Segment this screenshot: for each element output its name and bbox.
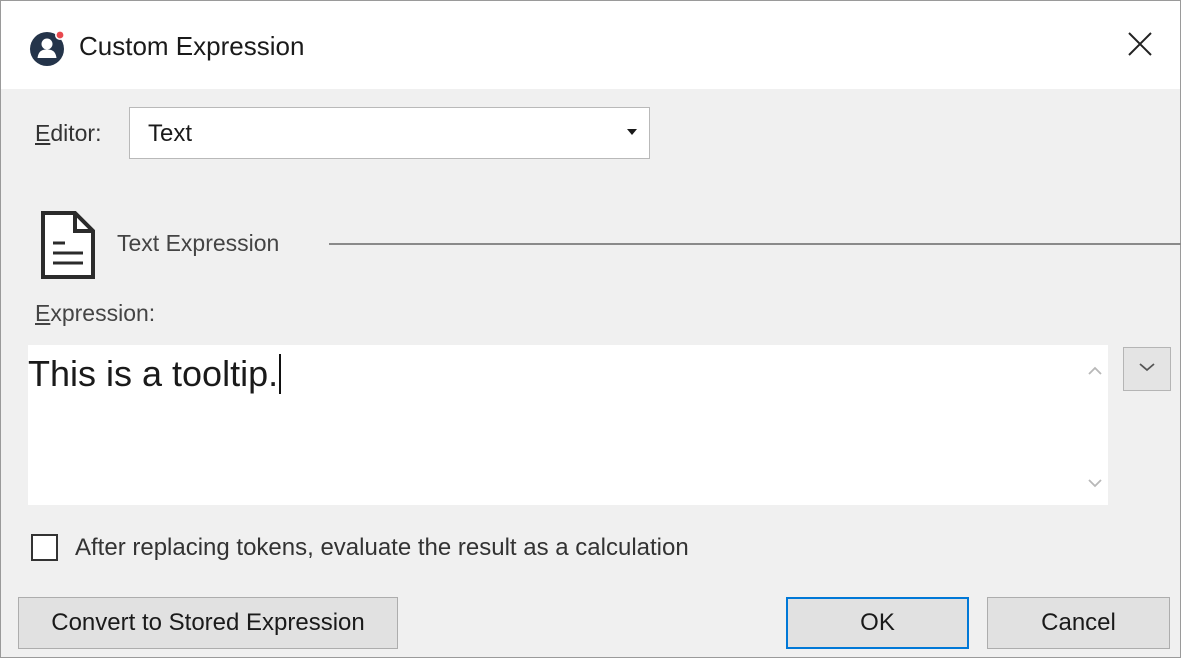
- ok-button[interactable]: OK: [786, 597, 969, 649]
- window-title: Custom Expression: [79, 31, 305, 61]
- close-button[interactable]: [1117, 23, 1163, 69]
- editor-label: Editor:: [35, 120, 102, 146]
- app-person-icon: [29, 29, 67, 67]
- section-divider: [329, 243, 1181, 245]
- cancel-button[interactable]: Cancel: [987, 597, 1170, 649]
- chevron-down-icon: [1137, 360, 1157, 378]
- expression-textarea[interactable]: This is a tooltip.: [28, 345, 1108, 505]
- title-bar: Custom Expression: [1, 1, 1180, 89]
- evaluate-calculation-label[interactable]: After replacing tokens, evaluate the res…: [75, 531, 689, 565]
- text-caret: [279, 354, 282, 394]
- convert-to-stored-expression-button[interactable]: Convert to Stored Expression: [18, 597, 398, 649]
- scroll-down-button[interactable]: [1082, 471, 1108, 497]
- dropdown-arrow-icon: [627, 129, 637, 135]
- chevron-up-icon: [1087, 363, 1103, 381]
- close-icon: [1127, 31, 1153, 62]
- evaluate-calculation-checkbox[interactable]: [31, 534, 58, 561]
- editor-dropdown[interactable]: Text: [129, 107, 650, 159]
- custom-expression-dialog: Custom Expression Editor: Text Text Expr…: [0, 0, 1181, 658]
- expression-text: This is a tooltip.: [28, 351, 282, 397]
- chevron-down-icon: [1087, 475, 1103, 493]
- document-icon: [39, 209, 97, 281]
- expand-editor-button[interactable]: [1123, 347, 1171, 391]
- expression-label: Expression:: [35, 300, 156, 326]
- editor-selected-value: Text: [148, 120, 193, 147]
- scroll-up-button[interactable]: [1082, 359, 1108, 385]
- section-title: Text Expression: [117, 230, 280, 256]
